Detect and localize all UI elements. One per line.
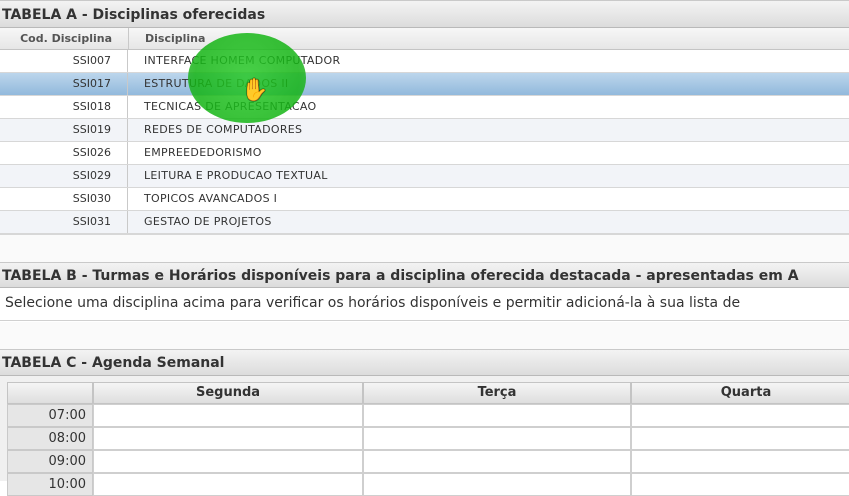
row-code: SSI030 [0,188,128,210]
col-header-code[interactable]: Cod. Disciplina [0,32,128,45]
table-row[interactable]: SSI029 LEITURA E PRODUCAO TEXTUAL [0,165,849,188]
table-c-title: TABELA C - Agenda Semanal [0,349,849,376]
time-slot-label: 07:00 [7,404,93,427]
row-code: SSI018 [0,96,128,118]
calendar-cell[interactable] [93,450,363,473]
row-code: SSI019 [0,119,128,141]
table-b-title: TABELA B - Turmas e Horários disponíveis… [0,262,849,288]
row-name: LEITURA E PRODUCAO TEXTUAL [144,169,328,182]
time-slot-label: 10:00 [7,473,93,496]
calendar-cell[interactable] [363,404,631,427]
time-slot-label: 09:00 [7,450,93,473]
table-b-message: Selecione uma disciplina acima para veri… [0,288,849,321]
day-header-segunda: Segunda [93,382,363,404]
row-code: SSI026 [0,142,128,164]
calendar-cell[interactable] [631,404,849,427]
col-header-name[interactable]: Disciplina [128,28,205,49]
row-name: INTERFACE HOMEM COMPUTADOR [144,54,341,67]
row-name: EMPREEDEDORISMO [144,146,262,159]
table-a-footer [0,234,849,263]
weekly-calendar: Segunda Terça Quarta 07:00 08:00 09:00 1… [0,376,849,496]
row-code: SSI029 [0,165,128,187]
row-name: REDES DE COMPUTADORES [144,123,303,136]
calendar-cell[interactable] [631,450,849,473]
table-row[interactable]: SSI030 TOPICOS AVANCADOS I [0,188,849,211]
row-name: GESTAO DE PROJETOS [144,215,272,228]
table-b-footer [0,322,849,349]
table-row[interactable]: SSI031 GESTAO DE PROJETOS [0,211,849,234]
row-code: SSI017 [0,73,128,95]
calendar-cell[interactable] [93,473,363,496]
day-header-terca: Terça [363,382,631,404]
calendar-cell[interactable] [93,404,363,427]
table-row[interactable]: SSI019 REDES DE COMPUTADORES [0,119,849,142]
row-name: TECNICAS DE APRESENTACAO [144,100,317,113]
table-a-title: TABELA A - Disciplinas oferecidas [0,0,849,28]
day-header-quarta: Quarta [631,382,849,404]
calendar-cell[interactable] [93,427,363,450]
row-code: SSI031 [0,211,128,233]
table-row[interactable]: SSI007 INTERFACE HOMEM COMPUTADOR [0,50,849,73]
calendar-cell[interactable] [363,473,631,496]
calendar-cell[interactable] [363,450,631,473]
calendar-cell[interactable] [363,427,631,450]
calendar-cell[interactable] [631,473,849,496]
table-row[interactable]: SSI026 EMPREEDEDORISMO [0,142,849,165]
row-code: SSI007 [0,50,128,72]
table-a-header-row: Cod. Disciplina Disciplina [0,28,849,50]
row-name: ESTRUTURA DE DADOS II [144,77,289,90]
calendar-corner [7,382,93,404]
time-slot-label: 08:00 [7,427,93,450]
table-row[interactable]: SSI017 ESTRUTURA DE DADOS II [0,73,849,96]
table-a-rows: SSI007 INTERFACE HOMEM COMPUTADOR SSI017… [0,50,849,234]
calendar-cell[interactable] [631,427,849,450]
row-name: TOPICOS AVANCADOS I [144,192,278,205]
table-row[interactable]: SSI018 TECNICAS DE APRESENTACAO [0,96,849,119]
